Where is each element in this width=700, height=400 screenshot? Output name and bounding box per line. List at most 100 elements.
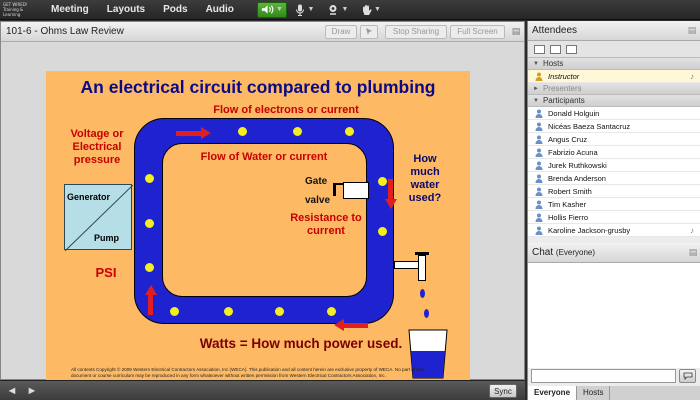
psi-label: PSI: [95, 265, 117, 280]
chevron-down-icon[interactable]: ▼: [276, 6, 283, 13]
menu-audio[interactable]: Audio: [197, 4, 243, 15]
stop-sharing-button[interactable]: Stop Sharing: [385, 24, 447, 39]
slide-navigation-bar: ◄ ► Sync: [0, 380, 525, 400]
attendee-row[interactable]: Hollis Fierro: [528, 211, 700, 224]
participants-section-label: Participants: [542, 96, 585, 105]
person-icon: [535, 200, 543, 209]
attendee-row[interactable]: Tim Kasher: [528, 198, 700, 211]
hosts-section-header[interactable]: ▼ Hosts: [528, 58, 700, 70]
electron-dot: [170, 307, 179, 316]
flow-arrowhead-right: [385, 199, 397, 209]
attendee-row[interactable]: Angus Cruz: [528, 133, 700, 146]
electron-dot: [238, 127, 247, 136]
chat-tab-hosts[interactable]: Hosts: [577, 386, 611, 400]
list-view-icon[interactable]: [534, 44, 545, 54]
top-menu-bar: GET WIRED! Training & Learning Meeting L…: [0, 0, 700, 20]
attendee-name: Brenda Anderson: [548, 173, 606, 183]
status-view-icon[interactable]: [550, 44, 561, 54]
send-message-button[interactable]: [679, 369, 696, 383]
electron-dot: [145, 263, 154, 272]
flow-arrow-bottom: [344, 323, 368, 328]
electron-dot: [378, 177, 387, 186]
faucet-handle: [415, 252, 429, 255]
participants-section-header[interactable]: ▼ Participants: [528, 95, 700, 107]
attendees-header: Attendees ▤: [528, 21, 700, 41]
electron-dot: [378, 227, 387, 236]
pointer-button[interactable]: [360, 24, 378, 39]
raise-hand-view-icon[interactable]: [566, 44, 577, 54]
chat-options-icon[interactable]: ▤: [685, 247, 700, 258]
flow-arrow-top: [176, 131, 202, 136]
attendee-name: Robert Smith: [548, 186, 592, 196]
person-icon: [535, 148, 543, 157]
host-person-icon: [535, 72, 543, 81]
electron-dot: [224, 307, 233, 316]
collapse-triangle-icon[interactable]: ▼: [533, 98, 539, 104]
electron-dot: [275, 307, 284, 316]
share-pod: 101-6 - Ohms Law Review Draw Stop Sharin…: [0, 21, 525, 389]
attendee-row[interactable]: Brenda Anderson: [528, 172, 700, 185]
attendee-row-host[interactable]: Instructor ♪: [528, 70, 700, 83]
presentation-slide: An electrical circuit compared to plumbi…: [46, 71, 470, 389]
water-drop: [420, 289, 425, 298]
chat-input[interactable]: [531, 369, 676, 383]
attendee-row[interactable]: Donald Holguin: [528, 107, 700, 120]
attendee-row[interactable]: Jurek Ruthkowski: [528, 159, 700, 172]
share-pod-content: An electrical circuit compared to plumbi…: [1, 42, 524, 389]
share-pod-header: 101-6 - Ohms Law Review Draw Stop Sharin…: [1, 22, 524, 42]
attendee-row[interactable]: Nicéas Baeza Santacruz: [528, 120, 700, 133]
flow-arrow-left: [148, 293, 153, 315]
gate-label: Gate: [305, 176, 328, 187]
electron-dot: [345, 127, 354, 136]
chat-message-area: [528, 263, 700, 368]
person-icon: [535, 161, 543, 170]
flow-water-label: Flow of Water or current: [200, 151, 328, 163]
menu-meeting[interactable]: Meeting: [42, 4, 98, 15]
electron-dot: [293, 127, 302, 136]
attendee-row[interactable]: Robert Smith: [528, 185, 700, 198]
collapse-triangle-icon[interactable]: ►: [533, 86, 539, 92]
electron-dot: [145, 174, 154, 183]
sync-button[interactable]: Sync: [489, 384, 517, 398]
chevron-down-icon[interactable]: ▼: [374, 6, 381, 13]
menu-layouts[interactable]: Layouts: [98, 4, 154, 15]
next-slide-icon[interactable]: ►: [24, 383, 40, 399]
chat-scope: (Everyone): [555, 248, 596, 257]
status-button[interactable]: ▼: [356, 2, 386, 18]
raise-hand-icon: [362, 4, 372, 15]
attendees-options-icon[interactable]: ▤: [684, 25, 700, 36]
presenters-section-header[interactable]: ► Presenters: [528, 83, 700, 95]
draw-button[interactable]: Draw: [325, 24, 357, 39]
attendee-name: Angus Cruz: [548, 134, 588, 144]
webcam-button[interactable]: ▼: [323, 2, 353, 18]
attendee-name: Donald Holguin: [548, 108, 600, 118]
slide-title: An electrical circuit compared to plumbi…: [80, 77, 436, 97]
pod-options-icon[interactable]: ▤: [508, 25, 524, 39]
full-screen-button[interactable]: Full Screen: [450, 24, 505, 39]
chevron-down-icon[interactable]: ▼: [341, 6, 348, 13]
person-icon: [535, 174, 543, 183]
gate-valve-icon: [343, 182, 369, 199]
attendee-name: Tim Kasher: [548, 199, 587, 209]
chat-title: Chat (Everyone): [532, 247, 596, 258]
person-icon: [535, 109, 543, 118]
attendees-title: Attendees: [532, 25, 578, 36]
faucet-neck: [418, 255, 426, 281]
speaker-icon: [261, 5, 274, 14]
share-pod-title: 101-6 - Ohms Law Review: [6, 26, 124, 37]
right-panel: Attendees ▤ ▼ Hosts Instructor ♪ ► Prese…: [527, 21, 700, 400]
microphone-button[interactable]: ▼: [290, 2, 320, 18]
collapse-triangle-icon[interactable]: ▼: [533, 61, 539, 67]
person-icon: [535, 213, 543, 222]
attendee-row[interactable]: Fabrizio Acuna: [528, 146, 700, 159]
menu-pods[interactable]: Pods: [154, 4, 196, 15]
microphone-icon: ♪: [690, 72, 694, 81]
speaker-button[interactable]: ▼: [256, 1, 287, 18]
attendee-name: Nicéas Baeza Santacruz: [548, 121, 631, 131]
previous-slide-icon[interactable]: ◄: [4, 383, 20, 399]
chat-tab-everyone[interactable]: Everyone: [528, 386, 578, 400]
chevron-down-icon[interactable]: ▼: [307, 6, 314, 13]
attendee-row[interactable]: Karoline Jackson-grusby ♪: [528, 224, 700, 237]
valve-label: valve: [305, 195, 331, 206]
webcam-icon: [329, 5, 337, 15]
